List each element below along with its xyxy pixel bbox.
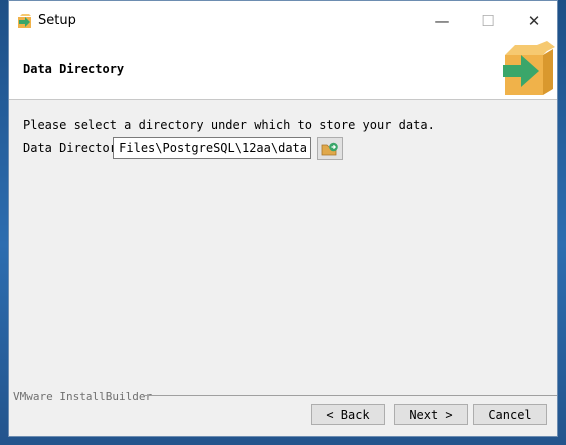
maximize-icon: ☐	[481, 12, 495, 30]
content-area: Please select a directory under which to…	[9, 100, 557, 436]
close-button[interactable]: ✕	[511, 1, 557, 41]
window-title: Setup	[38, 13, 76, 28]
data-directory-value: C:\Program Files\PostgreSQL\12aa\data	[114, 141, 307, 155]
folder-browse-icon	[321, 142, 338, 155]
cancel-button[interactable]: Cancel	[473, 404, 547, 425]
instruction-text: Please select a directory under which to…	[23, 118, 435, 132]
data-directory-input[interactable]: C:\Program Files\PostgreSQL\12aa\data	[113, 137, 311, 159]
back-button[interactable]: < Back	[311, 404, 385, 425]
page-header: Data Directory	[9, 41, 557, 100]
page-title: Data Directory	[23, 62, 125, 76]
title-bar: Setup — ☐ ✕	[9, 1, 557, 41]
minimize-icon: —	[434, 12, 450, 30]
browse-button[interactable]	[317, 137, 343, 160]
setup-app-icon	[18, 14, 31, 28]
next-button[interactable]: Next >	[394, 404, 468, 425]
minimize-button[interactable]: —	[419, 1, 465, 41]
data-directory-label: Data Directory	[23, 141, 125, 155]
setup-window: Setup — ☐ ✕ Data Directory Please select…	[8, 0, 558, 437]
close-icon: ✕	[527, 12, 541, 30]
footer-divider	[143, 395, 557, 396]
footer-brand: VMware InstallBuilder	[13, 390, 153, 403]
installer-box-arrow-icon	[503, 41, 555, 95]
maximize-button: ☐	[465, 1, 511, 41]
